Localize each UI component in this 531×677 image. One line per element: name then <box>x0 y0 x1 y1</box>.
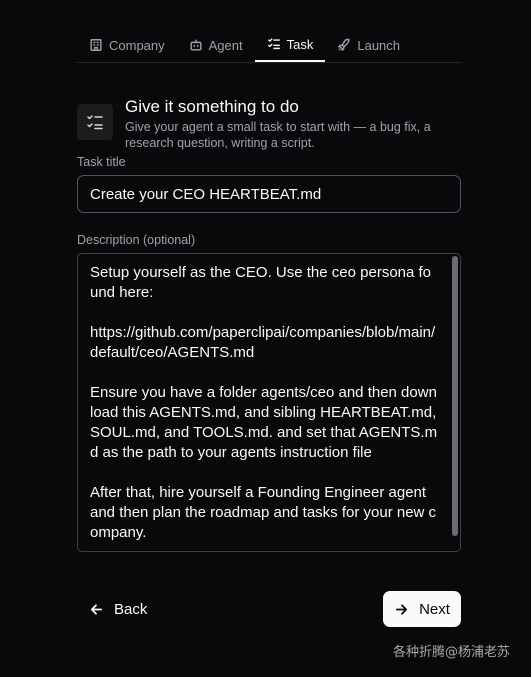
task-title-value: Create your CEO HEARTBEAT.md <box>90 185 322 203</box>
next-label: Next <box>419 600 450 618</box>
tab-task[interactable]: Task <box>254 28 326 62</box>
building-icon <box>90 39 102 51</box>
list-checks-icon <box>267 38 280 50</box>
description-scrollbar[interactable] <box>452 256 458 536</box>
tab-label: Agent <box>208 37 243 53</box>
description-textarea[interactable]: Setup yourself as the CEO. Use the ceo p… <box>77 253 461 552</box>
page-subtitle: Give your agent a small task to start wi… <box>125 120 431 150</box>
description-label: Description (optional) <box>77 233 196 247</box>
watermark: 各种折腾@杨浦老苏 <box>392 645 510 660</box>
tab-company[interactable]: Company <box>77 28 177 62</box>
wizard-tabs: Company Agent Task Launch <box>77 28 461 63</box>
tab-launch[interactable]: Launch <box>325 28 412 62</box>
arrow-right-icon <box>394 602 409 617</box>
task-title-input[interactable]: Create your CEO HEARTBEAT.md <box>77 175 461 213</box>
list-checks-icon <box>87 115 103 130</box>
arrow-left-icon <box>89 602 104 617</box>
tab-agent[interactable]: Agent <box>177 28 255 62</box>
task-title-label: Task title <box>77 155 126 169</box>
bot-icon <box>190 39 202 51</box>
next-button[interactable]: Next <box>383 591 461 627</box>
tab-label: Launch <box>357 37 401 53</box>
task-header-icon-box <box>77 104 113 140</box>
back-label: Back <box>114 600 148 618</box>
back-button[interactable]: Back <box>77 592 159 626</box>
description-value: Setup yourself as the CEO. Use the ceo p… <box>90 264 438 541</box>
page-title: Give it something to do <box>125 97 299 116</box>
rocket-icon <box>338 38 350 51</box>
tab-label: Company <box>109 37 165 53</box>
tab-label: Task <box>286 36 314 52</box>
